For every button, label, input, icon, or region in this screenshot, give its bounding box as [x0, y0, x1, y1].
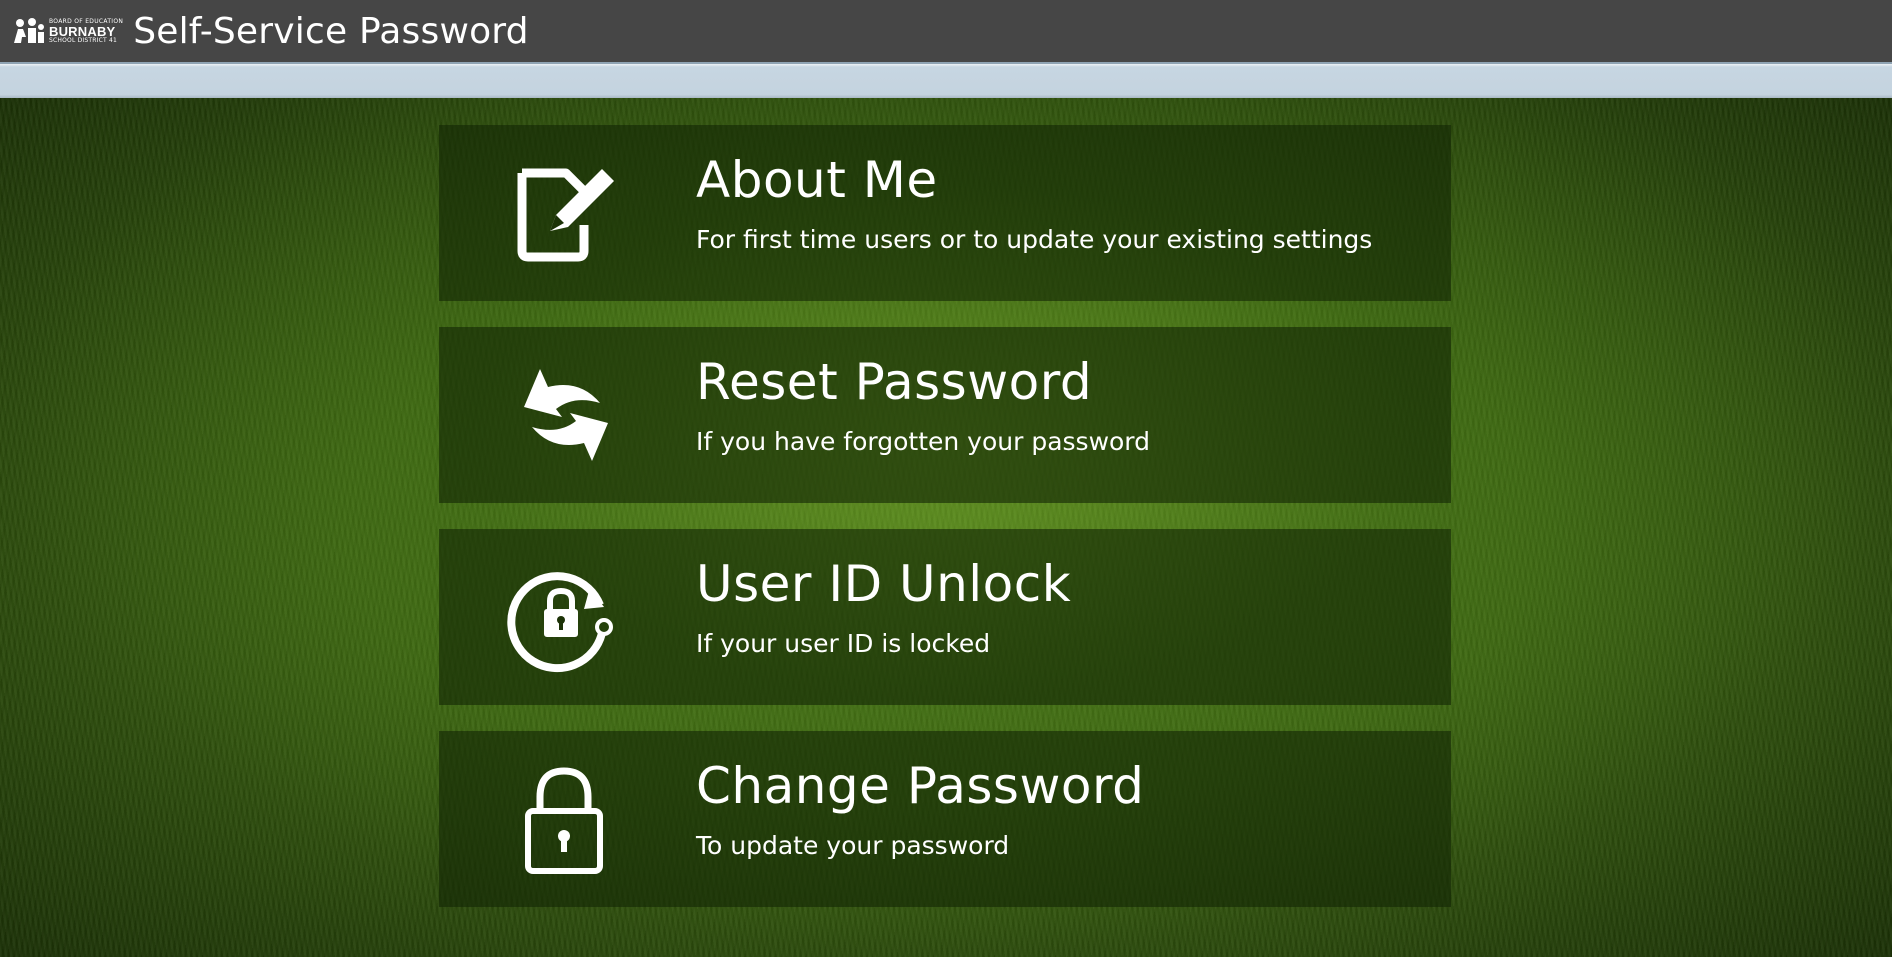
tile-title: Change Password [696, 757, 1145, 815]
unlock-cycle-icon [504, 557, 624, 677]
tile-description: If your user ID is locked [696, 629, 991, 658]
edit-document-icon [504, 153, 624, 273]
tile-user-id-unlock[interactable]: User ID Unlock If your user ID is locked [439, 529, 1451, 705]
reset-arrows-icon [504, 355, 624, 475]
tile-title: About Me [696, 151, 938, 209]
tile-title: User ID Unlock [696, 555, 1072, 613]
logo-wordmark: BOARD OF EDUCATION BURNABY SCHOOL DISTRI… [49, 18, 123, 44]
tile-change-password[interactable]: Change Password To update your password [439, 731, 1451, 907]
logo-line-2: BURNABY [49, 23, 116, 39]
school-district-logo[interactable]: BOARD OF EDUCATION BURNABY SCHOOL DISTRI… [12, 11, 123, 51]
padlock-icon [504, 759, 624, 879]
tile-about-me[interactable]: About Me For first time users or to upda… [439, 125, 1451, 301]
tile-description: If you have forgotten your password [696, 427, 1151, 456]
app-header: BOARD OF EDUCATION BURNABY SCHOOL DISTRI… [0, 0, 1892, 62]
sub-header-bar [0, 62, 1892, 98]
family-figures-icon [14, 18, 44, 43]
app-title: Self-Service Password [133, 10, 529, 52]
tile-description: For first time users or to update your e… [696, 225, 1373, 254]
menu-tiles: About Me For first time users or to upda… [439, 125, 1451, 933]
logo-line-3: SCHOOL DISTRICT 41 [49, 36, 118, 44]
tile-description: To update your password [696, 831, 1010, 860]
tile-title: Reset Password [696, 353, 1093, 411]
tile-reset-password[interactable]: Reset Password If you have forgotten you… [439, 327, 1451, 503]
